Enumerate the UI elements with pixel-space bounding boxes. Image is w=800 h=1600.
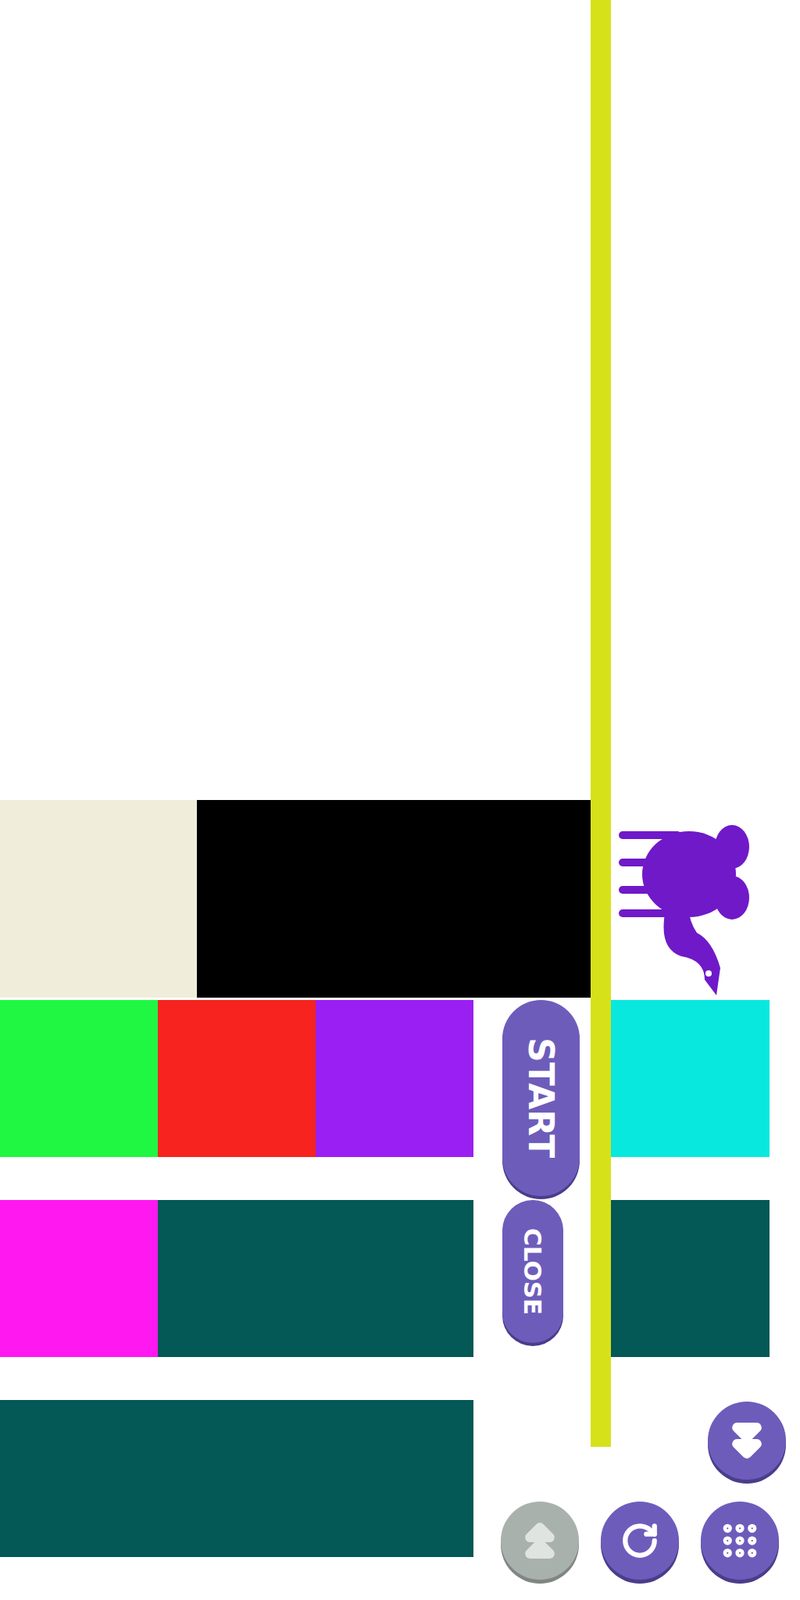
next-icon xyxy=(727,1421,767,1461)
top-tile xyxy=(0,800,197,998)
start-button[interactable]: START xyxy=(502,1000,580,1197)
camel-icon xyxy=(610,800,755,998)
game-board: STARTCLOSE xyxy=(0,0,800,1600)
restart-icon xyxy=(620,1521,660,1561)
restart-button[interactable] xyxy=(600,1501,679,1580)
color-tile[interactable] xyxy=(0,1200,158,1358)
previous-icon xyxy=(520,1521,560,1561)
divider-line xyxy=(590,0,611,1447)
color-tile[interactable] xyxy=(0,1400,474,1558)
color-tile[interactable] xyxy=(315,1000,474,1158)
color-tile[interactable] xyxy=(610,1200,770,1358)
color-tile[interactable] xyxy=(610,1000,770,1158)
menu-icon xyxy=(718,1519,761,1562)
color-tile[interactable] xyxy=(157,1000,316,1158)
color-tile[interactable] xyxy=(0,1000,158,1158)
camel[interactable] xyxy=(610,800,770,998)
previous-button[interactable] xyxy=(500,1501,579,1580)
top-tile xyxy=(196,800,591,998)
top-row xyxy=(0,800,591,998)
close-button[interactable]: CLOSE xyxy=(502,1200,564,1343)
next-button[interactable] xyxy=(707,1401,786,1480)
menu-button[interactable] xyxy=(700,1501,779,1580)
color-tile[interactable] xyxy=(157,1200,474,1358)
